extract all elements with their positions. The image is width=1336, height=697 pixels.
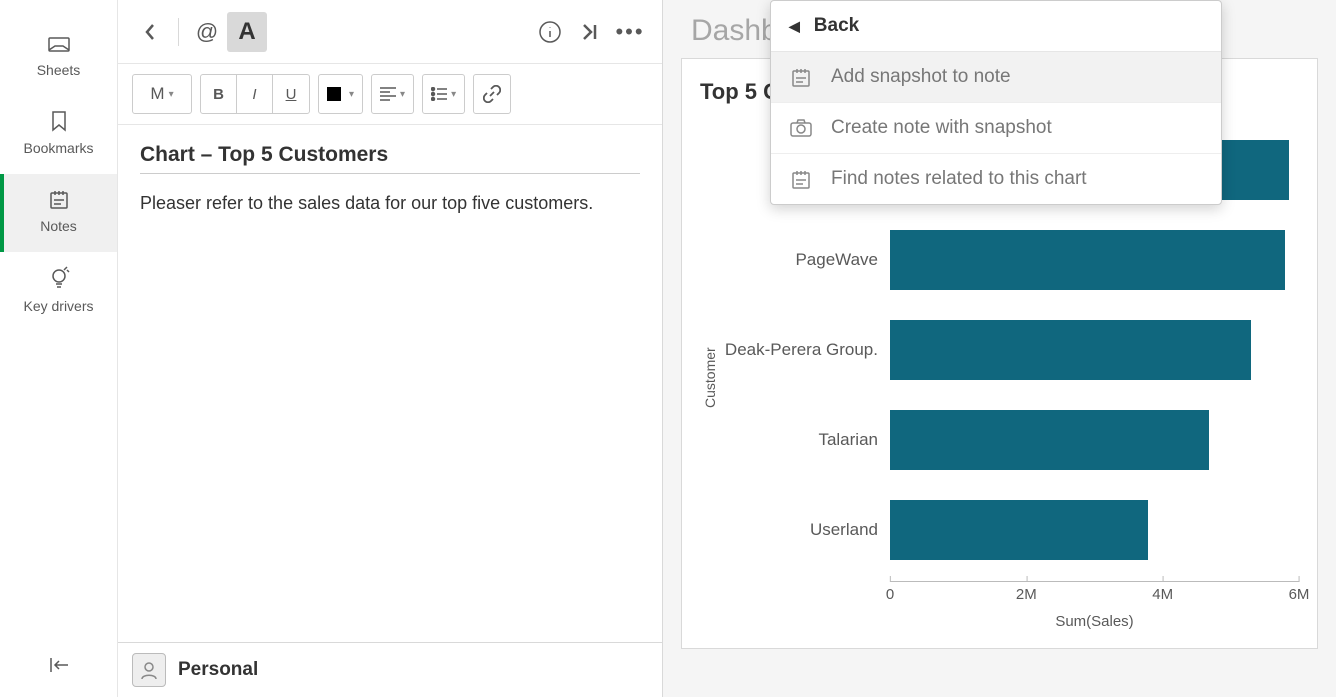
left-sidebar: Sheets Bookmarks Notes Key drivers <box>0 0 118 697</box>
menu-back-label: Back <box>814 15 859 37</box>
chevron-down-icon: ▾ <box>451 89 456 100</box>
info-button[interactable] <box>530 12 570 52</box>
chevron-left-icon <box>143 22 157 42</box>
text-color-button[interactable]: ▾ <box>319 75 362 113</box>
caret-left-icon: ◀ <box>789 18 800 35</box>
bold-button[interactable]: B <box>201 75 237 113</box>
notes-icon <box>48 188 70 210</box>
x-axis-label: Sum(Sales) <box>890 613 1299 630</box>
more-button[interactable]: ••• <box>610 12 650 52</box>
chevron-down-icon: ▾ <box>400 89 405 100</box>
sidebar-item-notes[interactable]: Notes <box>0 174 117 252</box>
x-tick: 6M <box>1289 586 1310 603</box>
bar[interactable] <box>890 320 1251 380</box>
text-format-button[interactable]: A <box>227 12 267 52</box>
link-button[interactable] <box>474 75 510 113</box>
bar-row: Deak-Perera Group. <box>720 305 1299 395</box>
bar-row: Talarian <box>720 395 1299 485</box>
bar-label: Userland <box>720 520 890 540</box>
avatar[interactable] <box>132 653 166 687</box>
menu-item-add-snapshot[interactable]: Add snapshot to note <box>771 52 1221 103</box>
note-toolbar: @ A ••• <box>118 0 662 64</box>
chevron-down-icon: ▾ <box>169 89 174 100</box>
bar-row: Userland <box>720 485 1299 575</box>
info-icon <box>538 20 562 44</box>
bar[interactable] <box>890 500 1148 560</box>
bar-row: PageWave <box>720 215 1299 305</box>
bar-label: Deak-Perera Group. <box>720 340 890 360</box>
bar-track <box>890 500 1299 560</box>
list-icon <box>431 87 447 101</box>
sheets-icon <box>47 34 71 54</box>
lightbulb-icon <box>48 266 70 290</box>
menu-item-label: Add snapshot to note <box>831 66 1011 88</box>
sidebar-item-sheets[interactable]: Sheets <box>0 20 117 96</box>
note-panel: @ A ••• M ▾ B I U <box>118 0 663 697</box>
footer-label: Personal <box>178 659 258 681</box>
sidebar-item-label: Notes <box>40 218 77 234</box>
mention-button[interactable]: @ <box>187 12 227 52</box>
goto-end-button[interactable] <box>570 12 610 52</box>
divider <box>178 18 179 46</box>
back-button[interactable] <box>130 12 170 52</box>
sidebar-item-label: Bookmarks <box>23 140 93 156</box>
sidebar-item-keydrivers[interactable]: Key drivers <box>0 252 117 332</box>
collapse-icon <box>48 656 70 674</box>
bar-label: PageWave <box>720 250 890 270</box>
x-axis: 02M4M6M <box>890 581 1299 611</box>
user-icon <box>139 660 159 680</box>
menu-item-find-notes[interactable]: Find notes related to this chart <box>771 154 1221 204</box>
chevron-bar-right-icon <box>581 22 599 42</box>
bar-track <box>890 410 1299 470</box>
bar-track <box>890 320 1299 380</box>
sidebar-item-label: Key drivers <box>23 298 93 314</box>
heading-level-label: M <box>150 84 164 104</box>
bookmark-icon <box>50 110 68 132</box>
context-menu: ◀ Back Add snapshot to note Create note … <box>770 0 1222 205</box>
menu-item-create-note[interactable]: Create note with snapshot <box>771 103 1221 154</box>
camera-icon <box>789 118 813 138</box>
format-toolbar: M ▾ B I U ▾ ▾ <box>118 64 662 125</box>
note-find-icon <box>789 168 813 190</box>
x-tick: 4M <box>1152 586 1173 603</box>
note-footer: Personal <box>118 642 662 697</box>
sidebar-item-label: Sheets <box>37 62 81 78</box>
collapse-button[interactable] <box>48 656 70 679</box>
x-tick: 0 <box>886 586 894 603</box>
link-icon <box>483 85 501 103</box>
bar[interactable] <box>890 230 1285 290</box>
menu-back[interactable]: ◀ Back <box>771 1 1221 52</box>
underline-button[interactable]: U <box>273 75 309 113</box>
note-editor[interactable]: Chart – Top 5 Customers Pleaser refer to… <box>118 125 662 642</box>
menu-item-label: Find notes related to this chart <box>831 168 1087 190</box>
chevron-down-icon: ▾ <box>349 89 354 100</box>
italic-button[interactable]: I <box>237 75 273 113</box>
align-button[interactable]: ▾ <box>372 75 413 113</box>
list-button[interactable]: ▾ <box>423 75 464 113</box>
x-tick: 2M <box>1016 586 1037 603</box>
menu-item-label: Create note with snapshot <box>831 117 1052 139</box>
bar-label: Talarian <box>720 430 890 450</box>
y-axis-label: Customer <box>700 125 720 630</box>
color-swatch <box>327 87 341 101</box>
bar[interactable] <box>890 410 1209 470</box>
heading-select[interactable]: M ▾ <box>133 75 191 113</box>
note-title: Chart – Top 5 Customers <box>140 143 640 174</box>
align-left-icon <box>380 87 396 101</box>
bar-track <box>890 230 1299 290</box>
note-body: Pleaser refer to the sales data for our … <box>140 190 640 217</box>
note-add-icon <box>789 66 813 88</box>
sidebar-item-bookmarks[interactable]: Bookmarks <box>0 96 117 174</box>
